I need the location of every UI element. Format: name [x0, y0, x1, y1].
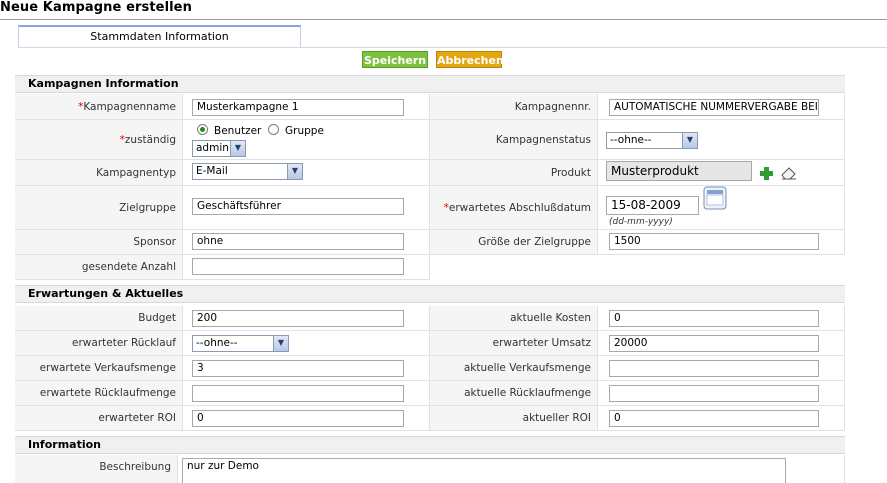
- aktuelle-ruecklaufmenge-label: aktuelle Rücklaufmenge: [430, 381, 598, 406]
- erwarteter-roi-label: erwarteter ROI: [15, 406, 183, 431]
- aktueller-roi-input[interactable]: 0: [609, 410, 819, 427]
- chevron-down-icon: ▼: [230, 141, 245, 156]
- zustaendig-select-value: admin: [196, 142, 229, 154]
- erwarteter-umsatz-label: erwarteter Umsatz: [430, 331, 598, 356]
- aktuelle-verkaufsmenge-label: aktuelle Verkaufsmenge: [430, 356, 598, 381]
- kampagnennr-input[interactable]: AUTOMATISCHE NUMMERVERGABE BEIM: [609, 99, 819, 116]
- page-title: Neue Kampagne erstellen: [0, 0, 192, 15]
- kampagnenname-label-text: Kampagnenname: [83, 101, 176, 113]
- radio-benutzer-label: Benutzer: [214, 125, 262, 137]
- abschlussdatum-input[interactable]: 15-08-2009: [606, 196, 699, 215]
- kampagnenstatus-select-value: --ohne--: [610, 134, 652, 146]
- zustaendig-label: *zuständig: [15, 120, 183, 160]
- eraser-icon[interactable]: [781, 167, 797, 180]
- section-information: Information: [15, 436, 845, 454]
- sponsor-label: Sponsor: [15, 230, 183, 255]
- cancel-button[interactable]: Abbrechen: [436, 51, 504, 68]
- kampagnentyp-select-value: E-Mail: [196, 165, 228, 177]
- erwarteter-ruecklauf-select-value: --ohne--: [196, 337, 238, 349]
- gesendete-anzahl-label: gesendete Anzahl: [15, 255, 183, 280]
- tabbar-line: [18, 47, 887, 48]
- beschreibung-label: Beschreibung: [15, 455, 178, 483]
- budget-label: Budget: [15, 306, 183, 331]
- section-kampagnen-information: Kampagnen Information: [15, 75, 845, 93]
- tab-stammdaten[interactable]: Stammdaten Information: [18, 25, 301, 47]
- radio-gruppe-label: Gruppe: [285, 125, 324, 137]
- aktuelle-ruecklaufmenge-input[interactable]: [609, 385, 819, 402]
- erwartete-verkaufsmenge-label: erwartete Verkaufsmenge: [15, 356, 183, 381]
- erwarteter-ruecklauf-label: erwarteter Rücklauf: [15, 331, 183, 356]
- beschreibung-textarea[interactable]: nur zur Demo: [182, 458, 786, 483]
- title-divider: [0, 19, 887, 20]
- erwartete-ruecklaufmenge-input[interactable]: [192, 385, 404, 402]
- sponsor-input[interactable]: ohne: [192, 233, 404, 250]
- produkt-input[interactable]: Musterprodukt: [606, 161, 752, 181]
- gesendete-anzahl-input[interactable]: [192, 258, 404, 275]
- chevron-down-icon: ▼: [273, 336, 288, 351]
- zielgruppe-input[interactable]: Geschäftsführer: [192, 198, 404, 215]
- zielgruppe-groesse-label: Größe der Zielgruppe: [430, 230, 598, 255]
- chevron-down-icon: ▼: [682, 133, 697, 148]
- section-erwartungen-aktuelles: Erwartungen & Aktuelles: [15, 285, 845, 303]
- date-format-hint: (dd-mm-yyyy): [609, 217, 673, 227]
- erwartete-verkaufsmenge-input[interactable]: 3: [192, 360, 404, 377]
- kampagnennr-label: Kampagnennr.: [430, 94, 598, 120]
- chevron-down-icon: ▼: [287, 164, 302, 179]
- aktueller-roi-label: aktueller ROI: [430, 406, 598, 431]
- erwarteter-ruecklauf-select[interactable]: --ohne-- ▼: [192, 335, 289, 352]
- aktuelle-kosten-input[interactable]: 0: [609, 310, 819, 327]
- produkt-label: Produkt: [430, 160, 598, 186]
- kampagnenname-input[interactable]: Musterkampagne 1: [192, 99, 404, 116]
- erwarteter-umsatz-input[interactable]: 20000: [609, 335, 819, 352]
- zustaendig-label-text: zuständig: [124, 134, 176, 146]
- save-button[interactable]: Speichern: [362, 51, 428, 68]
- zielgruppe-groesse-input[interactable]: 1500: [609, 233, 819, 250]
- kampagnenstatus-label: Kampagnenstatus: [430, 120, 598, 160]
- abschlussdatum-label: *erwartetes Abschlußdatum: [430, 186, 598, 230]
- abschlussdatum-label-text: erwartetes Abschlußdatum: [448, 202, 591, 214]
- zustaendig-select[interactable]: admin ▼: [192, 140, 246, 157]
- kampagnenstatus-select[interactable]: --ohne-- ▼: [606, 132, 698, 149]
- kampagnentyp-label: Kampagnentyp: [15, 160, 183, 186]
- erwartete-ruecklaufmenge-label: erwartete Rücklaufmenge: [15, 381, 183, 406]
- aktuelle-verkaufsmenge-input[interactable]: [609, 360, 819, 377]
- kampagnenname-label: *Kampagnenname: [15, 94, 183, 120]
- kampagnentyp-select[interactable]: E-Mail ▼: [192, 163, 303, 180]
- budget-input[interactable]: 200: [192, 310, 404, 327]
- aktuelle-kosten-label: aktuelle Kosten: [430, 306, 598, 331]
- plus-icon[interactable]: [759, 166, 774, 181]
- calendar-icon[interactable]: [703, 186, 727, 210]
- zielgruppe-label: Zielgruppe: [15, 186, 183, 230]
- radio-benutzer[interactable]: [197, 124, 208, 135]
- erwarteter-roi-input[interactable]: 0: [192, 410, 404, 427]
- radio-gruppe[interactable]: [268, 124, 279, 135]
